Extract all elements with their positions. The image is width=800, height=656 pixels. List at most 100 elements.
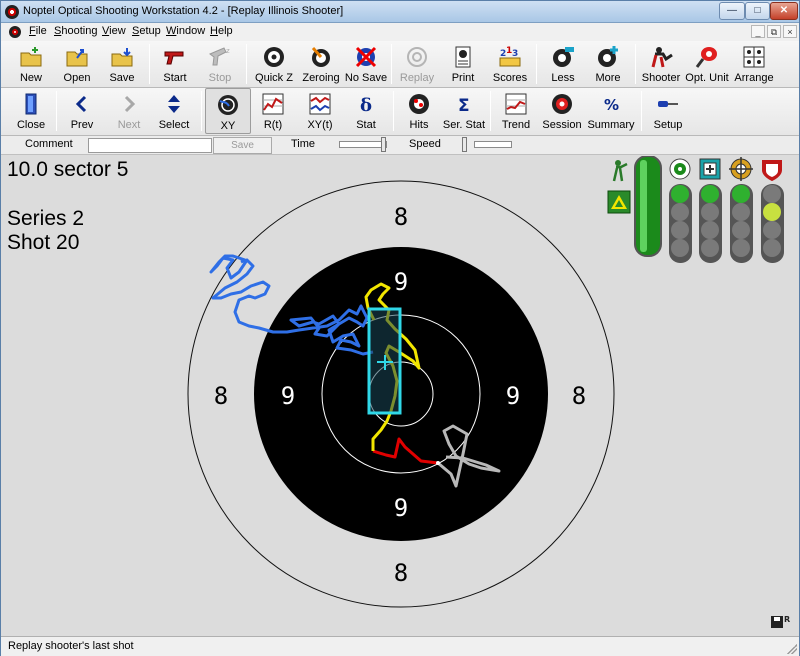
svg-text:Σ: Σ xyxy=(458,96,470,116)
series-stat-button[interactable]: Σ Ser. Stat xyxy=(441,88,487,134)
close-label: Close xyxy=(16,119,46,131)
time-slider[interactable] xyxy=(339,141,387,148)
replay-button[interactable]: Replay xyxy=(395,41,439,87)
save-toolbar-button[interactable]: Save xyxy=(100,41,144,87)
led-column-1 xyxy=(669,184,692,263)
xy-t-button[interactable]: XY(t) xyxy=(297,88,343,134)
close-window-button[interactable]: ✕ xyxy=(770,2,798,20)
stability-bar-highlight xyxy=(640,160,647,252)
more-button[interactable]: More xyxy=(586,41,630,87)
summary-button[interactable]: % Summary xyxy=(587,88,635,134)
prev-button[interactable]: Prev xyxy=(60,88,104,134)
minimize-button[interactable]: — xyxy=(719,2,745,20)
menu-file[interactable]: File xyxy=(29,25,47,37)
zeroing-button[interactable]: Zeroing xyxy=(298,41,344,87)
stat-button[interactable]: δ Stat xyxy=(344,88,388,134)
ring-number-label: 9 xyxy=(394,494,408,522)
time-label: Time xyxy=(291,138,316,150)
title-bar[interactable]: Noptel Optical Shooting Workstation 4.2 … xyxy=(1,1,799,23)
shooter-icon xyxy=(651,47,673,68)
comment-label: Comment xyxy=(25,138,73,150)
ring-number-label: 9 xyxy=(281,382,295,410)
scores-button[interactable]: 213 Scores xyxy=(487,41,533,87)
svg-text:%: % xyxy=(604,96,619,114)
mdi-close-button[interactable]: × xyxy=(783,25,797,38)
resize-grip[interactable] xyxy=(787,644,797,654)
print-icon xyxy=(455,46,471,68)
trend-button[interactable]: Trend xyxy=(494,88,538,134)
shooter-standing-icon xyxy=(612,160,628,182)
menu-shooting[interactable]: Shooting xyxy=(54,25,97,37)
menu-window[interactable]: Window xyxy=(166,25,205,37)
mdi-restore-button[interactable]: ⧉ xyxy=(767,25,781,38)
stop-label: Stop xyxy=(208,72,232,84)
time-slider-thumb[interactable] xyxy=(381,137,386,152)
save-label: Save xyxy=(109,72,135,84)
close-button[interactable]: Close xyxy=(9,88,53,134)
close-door-icon xyxy=(25,93,37,115)
no-save-icon xyxy=(355,46,377,68)
open-button[interactable]: Open xyxy=(55,41,99,87)
opt-unit-button[interactable]: Opt. Unit xyxy=(684,41,730,87)
menu-view[interactable]: View xyxy=(102,25,126,37)
xy-target-icon xyxy=(218,95,238,115)
menu-setup[interactable]: Setup xyxy=(132,25,161,37)
view-toolbar: Close Prev Next Select XY R(t) XY(t) δ S… xyxy=(1,88,799,136)
comment-save-button[interactable]: Save xyxy=(213,137,272,154)
svg-text:R: R xyxy=(784,615,790,624)
screwdriver-icon xyxy=(658,101,678,107)
less-button[interactable]: Less xyxy=(541,41,585,87)
series-stat-label: Ser. Stat xyxy=(442,119,486,131)
shot-point xyxy=(436,461,440,465)
r-t-button[interactable]: R(t) xyxy=(251,88,295,134)
opt-unit-label: Opt. Unit xyxy=(685,72,729,84)
toolbar-separator xyxy=(490,91,491,131)
xy-view-button[interactable]: XY xyxy=(205,88,251,134)
new-label: New xyxy=(19,72,42,84)
mdi-minimize-button[interactable]: _ xyxy=(751,25,765,38)
position-triangle-icon xyxy=(607,190,631,214)
main-window: Noptel Optical Shooting Workstation 4.2 … xyxy=(0,0,800,656)
chevron-right-icon xyxy=(124,95,136,113)
arrange-button[interactable]: Arrange xyxy=(732,41,776,87)
select-button[interactable]: Select xyxy=(152,88,196,134)
svg-text:δ: δ xyxy=(360,95,372,116)
hits-target-icon xyxy=(409,94,429,114)
delta-icon: δ xyxy=(360,95,372,116)
shooter-button[interactable]: Shooter xyxy=(639,41,683,87)
stop-button[interactable]: z Stop xyxy=(198,41,242,87)
quick-z-button[interactable]: Quick Z xyxy=(251,41,297,87)
app-logo-icon[interactable] xyxy=(5,5,19,19)
maximize-button[interactable]: □ xyxy=(745,2,770,20)
hits-button[interactable]: Hits xyxy=(397,88,441,134)
more-label: More xyxy=(595,72,621,84)
speed-slider[interactable] xyxy=(474,141,512,148)
setup-button[interactable]: Setup xyxy=(646,88,690,134)
no-save-button[interactable]: No Save xyxy=(344,41,388,87)
xy-label: XY xyxy=(220,120,236,132)
stability-bar xyxy=(634,156,662,257)
stop-pistol-icon: z xyxy=(209,47,230,66)
next-button[interactable]: Next xyxy=(107,88,151,134)
document-icon[interactable] xyxy=(9,26,21,38)
arrange-label: Arrange xyxy=(734,72,774,84)
new-button[interactable]: New xyxy=(9,41,53,87)
r-t-label: R(t) xyxy=(263,119,283,131)
comment-input[interactable] xyxy=(88,138,212,153)
chevron-left-icon xyxy=(75,95,87,113)
toolbar-separator xyxy=(391,44,392,84)
target-canvas: 8 8 8 8 9 9 9 9 R xyxy=(187,156,790,628)
session-button[interactable]: Session xyxy=(539,88,585,134)
print-button[interactable]: Print xyxy=(441,41,485,87)
scores-label: Scores xyxy=(492,72,528,84)
speed-slider-thumb[interactable] xyxy=(462,137,467,152)
led-column-2 xyxy=(699,184,722,263)
menu-help[interactable]: Help xyxy=(210,25,233,37)
start-button[interactable]: Start xyxy=(153,41,197,87)
zeroing-icon xyxy=(311,47,330,67)
toolbar-separator xyxy=(641,91,642,131)
toolbar-separator xyxy=(201,91,202,131)
toolbar-separator xyxy=(149,44,150,84)
arrange-icon xyxy=(743,46,765,68)
menu-bar: File Shooting View Setup Window Help _ ⧉… xyxy=(1,23,799,41)
